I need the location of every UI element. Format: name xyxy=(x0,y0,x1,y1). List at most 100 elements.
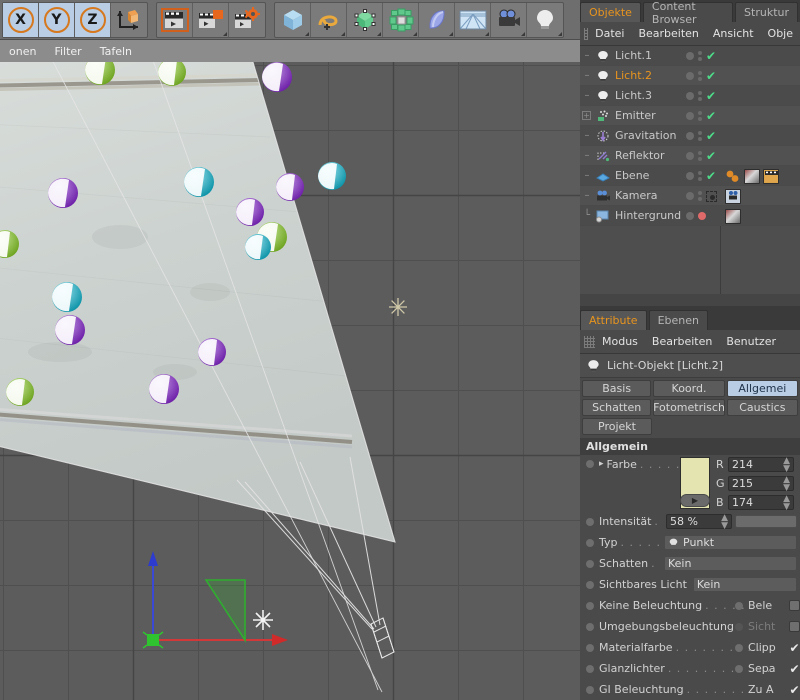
animate-dot-icon[interactable] xyxy=(735,644,743,652)
table-row[interactable]: – Gravitation ✔ xyxy=(580,126,800,146)
animate-dot-icon[interactable] xyxy=(735,602,743,610)
b-input[interactable]: 174 ▲▼ xyxy=(728,495,794,510)
am-menu-benutzer[interactable]: Benutzer xyxy=(719,335,783,348)
gi-beleuchtung-checkbox[interactable]: ✔ xyxy=(789,684,800,695)
panel-gripper-icon[interactable] xyxy=(584,28,588,40)
r-input[interactable]: 214 ▲▼ xyxy=(728,457,794,472)
sichtbares-licht-dropdown[interactable]: Kein xyxy=(693,577,797,592)
animate-dot-icon[interactable] xyxy=(586,623,594,631)
spinner-icon[interactable]: ▲▼ xyxy=(721,514,728,530)
typ-dropdown[interactable]: Punkt xyxy=(664,535,797,550)
tab-ebenen[interactable]: Ebenen xyxy=(649,310,708,330)
animate-dot-icon[interactable] xyxy=(586,581,594,589)
visibility-dots[interactable]: ✔ xyxy=(686,66,716,86)
spinner-icon[interactable]: ▲▼ xyxy=(783,457,790,473)
subdivision-surface-button[interactable] xyxy=(347,3,383,37)
table-row[interactable]: – Reflektor ✔ xyxy=(580,146,800,166)
intensitaet-slider[interactable] xyxy=(735,515,797,528)
table-row[interactable]: – Licht.2 ✔ xyxy=(580,66,800,86)
am-menu-bearbeiten[interactable]: Bearbeiten xyxy=(645,335,719,348)
visibility-dots[interactable]: ✔ xyxy=(686,126,716,146)
table-row[interactable]: + Emitter ✔ xyxy=(580,106,800,126)
attr-tab-projekt[interactable]: Projekt xyxy=(582,418,652,435)
object-tags[interactable] xyxy=(725,187,741,205)
animate-dot-icon[interactable] xyxy=(586,686,594,694)
render-region-button[interactable] xyxy=(193,3,229,37)
visibility-dots[interactable]: ✔ xyxy=(686,166,716,186)
animate-dot-icon[interactable] xyxy=(735,665,743,673)
camera-tag[interactable] xyxy=(725,189,741,204)
tab-content-browser[interactable]: Content Browser xyxy=(643,2,733,22)
visibility-dots[interactable]: ✔ xyxy=(686,106,716,126)
om-menu-datei[interactable]: Datei xyxy=(588,27,631,40)
am-menu-modus[interactable]: Modus xyxy=(595,335,645,348)
om-menu-bearbeiten[interactable]: Bearbeiten xyxy=(631,27,705,40)
3d-viewport[interactable] xyxy=(0,62,580,700)
keine-beleuchtung-checkbox[interactable] xyxy=(789,600,800,611)
texture-tag[interactable] xyxy=(744,169,760,184)
animate-dot-icon[interactable] xyxy=(586,644,594,652)
object-tags[interactable] xyxy=(725,167,779,185)
viewport-menu-optionen[interactable]: onen xyxy=(0,45,45,58)
animate-dot-icon[interactable] xyxy=(586,665,594,673)
attr-tab-fotometrisch[interactable]: Fotometrisch xyxy=(653,399,724,416)
axis-lock-z[interactable]: Z xyxy=(75,3,111,37)
materialfarbe-checkbox[interactable]: ✔ xyxy=(789,642,800,653)
tab-objekte[interactable]: Objekte xyxy=(580,2,641,22)
table-row[interactable]: – Kamera xyxy=(580,186,800,206)
schatten-dropdown[interactable]: Kein xyxy=(664,556,797,571)
visibility-dots[interactable]: ✔ xyxy=(686,146,716,166)
glanzlichter-checkbox[interactable]: ✔ xyxy=(789,663,800,674)
table-row[interactable]: – Licht.1 ✔ xyxy=(580,46,800,66)
intensitaet-input[interactable]: 58 % ▲▼ xyxy=(666,514,732,529)
animate-dot-icon[interactable] xyxy=(586,539,594,547)
attr-tab-koord[interactable]: Koord. xyxy=(653,380,724,397)
panel-gripper-icon[interactable] xyxy=(584,336,595,348)
attr-tab-basis[interactable]: Basis xyxy=(582,380,651,397)
render-view-button[interactable] xyxy=(157,3,193,37)
spinner-icon[interactable]: ▲▼ xyxy=(783,495,790,511)
color-mode-button[interactable]: ▶ xyxy=(680,494,710,507)
axis-lock-y[interactable]: Y xyxy=(39,3,75,37)
animate-dot-icon[interactable] xyxy=(586,602,594,610)
table-row[interactable]: – Ebene ✔ xyxy=(580,166,800,186)
visibility-dots[interactable]: ✔ xyxy=(686,86,716,106)
visibility-dots[interactable]: ✔ xyxy=(686,46,716,66)
cube-primitive-button[interactable] xyxy=(275,3,311,37)
visibility-dots[interactable] xyxy=(686,186,717,206)
light-button[interactable] xyxy=(527,3,563,37)
render-settings-button[interactable] xyxy=(229,3,265,37)
viewport-menu-tafeln[interactable]: Tafeln xyxy=(91,45,141,58)
table-row[interactable]: └ Hintergrund xyxy=(580,206,800,226)
spinner-icon[interactable]: ▲▼ xyxy=(783,476,790,492)
deformer-button[interactable] xyxy=(419,3,455,37)
umgebungsbeleuchtung-checkbox[interactable] xyxy=(789,621,800,632)
om-menu-ansicht[interactable]: Ansicht xyxy=(706,27,761,40)
animate-dot-icon[interactable] xyxy=(586,460,594,468)
tab-struktur[interactable]: Struktur xyxy=(735,2,798,22)
attr-tab-caustics[interactable]: Caustics xyxy=(727,399,798,416)
tab-attribute[interactable]: Attribute xyxy=(580,310,647,330)
attr-tab-schatten[interactable]: Schatten xyxy=(582,399,651,416)
object-tags[interactable] xyxy=(725,207,741,225)
camera-button[interactable] xyxy=(491,3,527,37)
animate-dot-icon[interactable] xyxy=(586,518,594,526)
render-tag[interactable] xyxy=(763,169,779,184)
viewport-menu-filter[interactable]: Filter xyxy=(45,45,90,58)
om-menu-objekte[interactable]: Obje xyxy=(761,27,800,40)
spline-button[interactable] xyxy=(311,3,347,37)
animate-dot-icon[interactable] xyxy=(586,560,594,568)
axis-lock-x[interactable]: X xyxy=(3,3,39,37)
visibility-dots[interactable] xyxy=(686,206,706,226)
object-axis-button[interactable] xyxy=(111,3,147,37)
table-row[interactable]: – Licht.3 ✔ xyxy=(580,86,800,106)
attr-tab-allgemein[interactable]: Allgemei xyxy=(727,380,798,397)
g-input[interactable]: 215 ▲▼ xyxy=(728,476,794,491)
animate-dot-icon[interactable] xyxy=(735,623,743,631)
expand-arrow-icon[interactable]: ▸ xyxy=(599,459,604,469)
material-tag[interactable] xyxy=(725,169,741,184)
object-tree[interactable]: – Licht.1 ✔ – Licht.2 ✔ xyxy=(580,46,800,294)
floor-environment-button[interactable] xyxy=(455,3,491,37)
texture-tag[interactable] xyxy=(725,209,741,224)
array-clone-button[interactable] xyxy=(383,3,419,37)
